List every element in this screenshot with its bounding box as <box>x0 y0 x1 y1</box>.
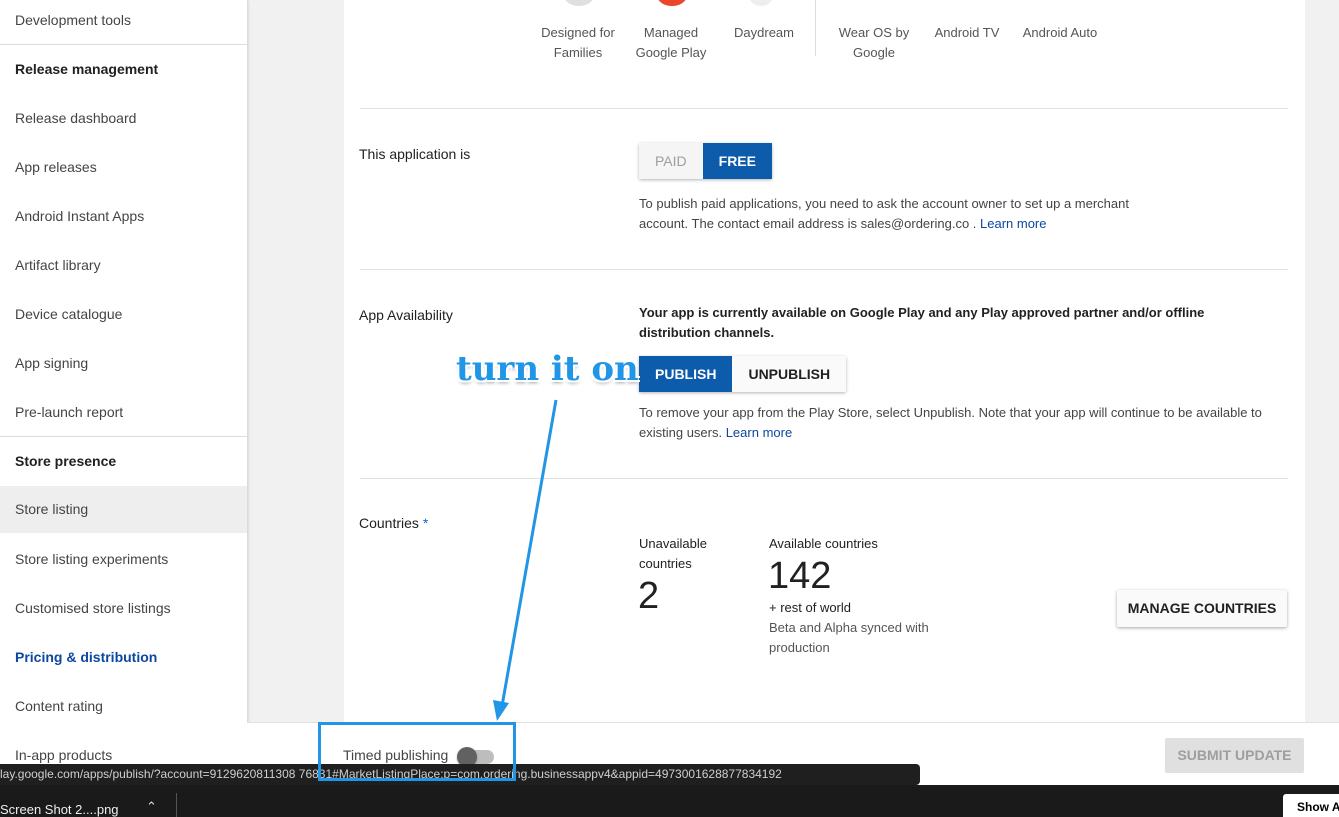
show-all-button[interactable]: Show All <box>1283 794 1339 817</box>
unpublish-button[interactable]: UNPUBLISH <box>732 356 847 392</box>
countries-label: Countries * <box>359 515 428 531</box>
device-category-daydream[interactable]: Daydream <box>709 23 819 43</box>
device-category-line: Google Play <box>635 45 707 60</box>
synced-note-line: Beta and Alpha synced with <box>769 620 929 635</box>
sidebar-divider <box>0 44 247 45</box>
free-button[interactable]: FREE <box>702 143 772 179</box>
sidebar-item-content-rating[interactable]: Content rating <box>0 686 247 735</box>
availability-status: Your app is currently available on Googl… <box>639 305 1205 340</box>
unavailable-label-line: Unavailable <box>639 536 707 551</box>
publish-button[interactable]: PUBLISH <box>639 356 733 392</box>
device-category-line: Google <box>853 45 895 60</box>
unavailable-countries-label: Unavailable countries <box>639 534 707 574</box>
sidebar-item-pre-launch-report[interactable]: Pre-launch report <box>0 392 247 441</box>
section-divider <box>360 269 1288 270</box>
required-mark: * <box>422 515 429 531</box>
device-category-line: Android Auto <box>1022 25 1098 40</box>
publish-unpublish-toggle: PUBLISH UNPUBLISH <box>639 356 847 392</box>
sidebar-item-app-signing[interactable]: App signing <box>0 343 247 392</box>
download-shelf: Screen Shot 2....png ⌃ Show All <box>0 785 1339 817</box>
sidebar-item-store-listing[interactable]: Store listing <box>0 486 247 533</box>
annotation-highlight-box <box>318 722 516 781</box>
sidebar-item-device-catalogue[interactable]: Device catalogue <box>0 294 247 343</box>
section-divider <box>360 108 1288 109</box>
sidebar-divider <box>0 436 247 437</box>
device-category-separator <box>815 0 816 56</box>
countries-label-text: Countries <box>359 515 419 531</box>
sidebar-item-artifact-library[interactable]: Artifact library <box>0 245 247 294</box>
sidebar-item-pricing-distribution[interactable]: Pricing & distribution <box>0 637 247 686</box>
daydream-icon <box>748 0 774 6</box>
sidebar-section-store-presence[interactable]: Store presence <box>0 441 247 490</box>
available-countries-label: Available countries <box>769 536 878 551</box>
rest-of-world: + rest of world <box>769 600 852 615</box>
sidebar-item-customised-store-listings[interactable]: Customised store listings <box>0 588 247 637</box>
pricing-help-text: To publish paid applications, you need t… <box>639 196 1129 231</box>
available-count: 142 <box>768 555 832 597</box>
sidebar-item-app-releases[interactable]: App releases <box>0 147 247 196</box>
families-icon <box>562 0 596 6</box>
sidebar-item-development-tools[interactable]: Development tools <box>0 0 247 49</box>
availability-label: App Availability <box>359 307 453 323</box>
unavailable-count: 2 <box>638 575 660 617</box>
unavailable-label-line: countries <box>639 556 692 571</box>
chevron-up-icon[interactable]: ⌃ <box>146 799 157 815</box>
paid-free-toggle: PAID FREE <box>639 143 772 179</box>
device-category-android-auto[interactable]: Android Auto <box>1005 23 1115 43</box>
synced-note: Beta and Alpha synced with production <box>769 618 929 658</box>
annotation-text: turn it on <box>456 349 639 389</box>
pricing-learn-more-link[interactable]: Learn more <box>980 216 1046 231</box>
synced-note-line: production <box>769 640 830 655</box>
pricing-label: This application is <box>359 146 471 162</box>
manage-countries-button[interactable]: MANAGE COUNTRIES <box>1117 590 1287 627</box>
sidebar-item-release-dashboard[interactable]: Release dashboard <box>0 98 247 147</box>
submit-update-button[interactable]: SUBMIT UPDATE <box>1165 738 1304 773</box>
pricing-help: To publish paid applications, you need t… <box>639 194 1159 234</box>
sidebar-item-store-listing-experiments[interactable]: Store listing experiments <box>0 539 247 588</box>
availability-learn-more-link[interactable]: Learn more <box>726 425 792 440</box>
section-divider <box>360 478 1288 479</box>
download-file-name[interactable]: Screen Shot 2....png <box>0 802 119 817</box>
device-category-line: Daydream <box>734 25 794 40</box>
sidebar: Development tools Release management Rel… <box>0 0 247 817</box>
availability-help: To remove your app from the Play Store, … <box>639 403 1269 443</box>
download-shelf-separator <box>176 793 177 817</box>
paid-button[interactable]: PAID <box>639 143 703 179</box>
sidebar-item-android-instant-apps[interactable]: Android Instant Apps <box>0 196 247 245</box>
managed-play-icon <box>655 0 689 6</box>
sidebar-section-release-management[interactable]: Release management <box>0 49 247 98</box>
